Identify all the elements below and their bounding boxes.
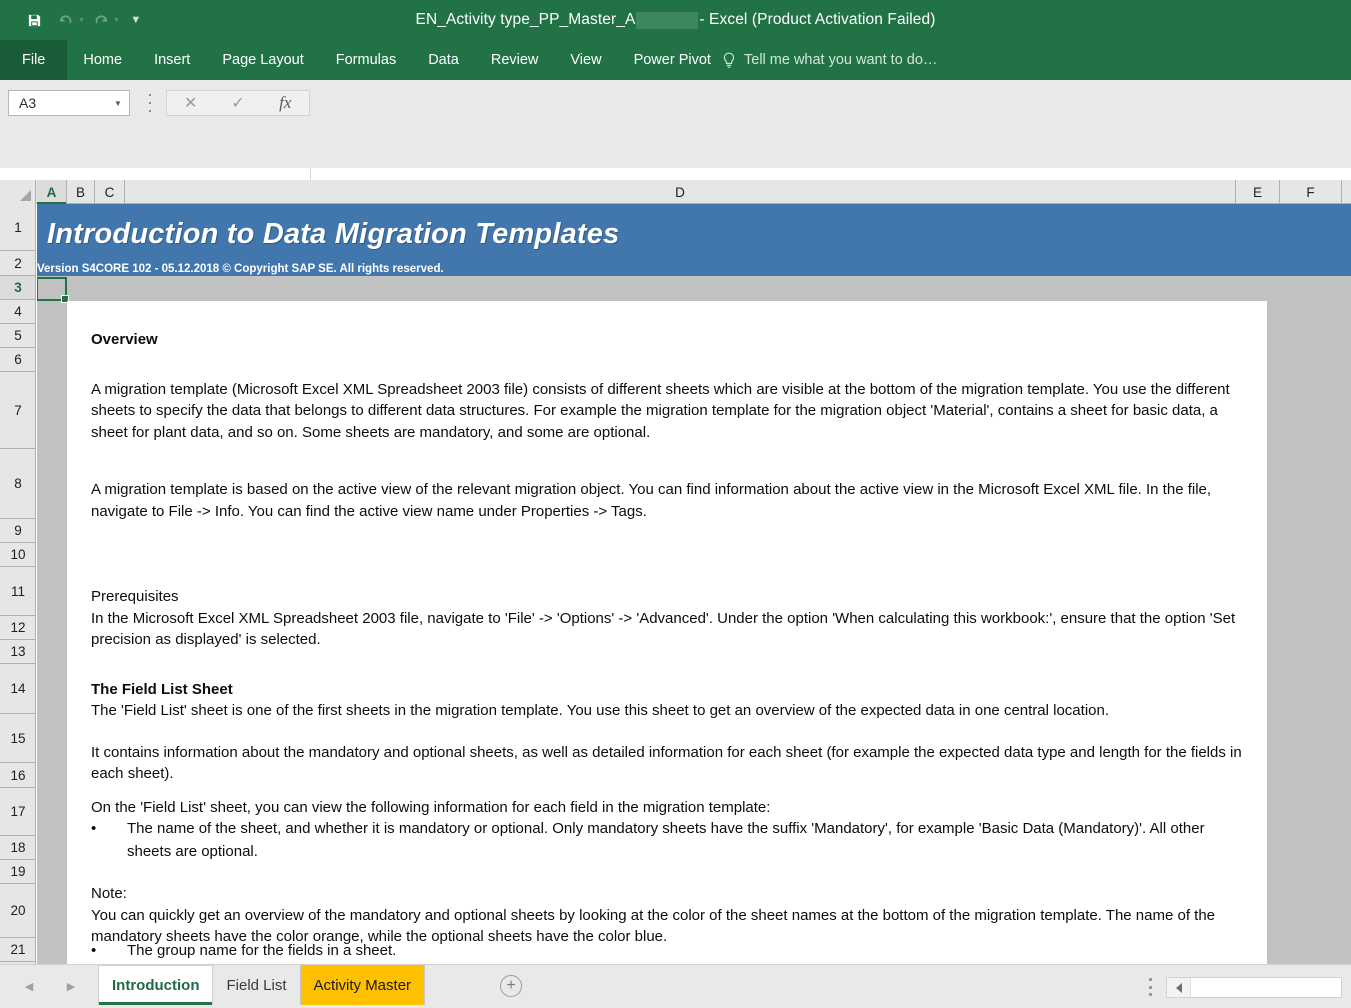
tab-review[interactable]: Review <box>475 40 555 80</box>
row-header-9[interactable]: 9 <box>0 519 35 543</box>
clipped-bullet-row: • The group name for the fields in a she… <box>91 940 1246 960</box>
paragraph-1: A migration template (Microsoft Excel XM… <box>91 380 1230 441</box>
worksheet-grid[interactable]: Introduction to Data Migration Templates… <box>37 204 1351 964</box>
window-title: EN_Activity type_PP_Master_A - Excel (Pr… <box>0 0 1351 40</box>
scroll-left-icon[interactable] <box>1167 978 1191 997</box>
row-header-4[interactable]: 4 <box>0 300 35 324</box>
row-header-16[interactable]: 16 <box>0 763 35 788</box>
row-header-19[interactable]: 19 <box>0 860 35 884</box>
window-title-suffix: - Excel (Product Activation Failed) <box>699 11 936 28</box>
banner-title: Introduction to Data Migration Templates <box>47 218 620 250</box>
redacted-title-block <box>636 11 699 29</box>
chevron-down-icon[interactable]: ▼ <box>107 99 129 108</box>
row-header-15[interactable]: 15 <box>0 714 35 763</box>
tell-me-search[interactable]: Tell me what you want to do… <box>722 40 937 80</box>
window-title-prefix: EN_Activity type_PP_Master_A <box>415 11 636 28</box>
row-header-column: 1 2 3 4 5 6 7 8 9 10 11 12 13 14 15 16 1… <box>0 204 36 964</box>
tab-formulas[interactable]: Formulas <box>320 40 412 80</box>
row-header-8[interactable]: 8 <box>0 449 35 519</box>
title-bar: ▼ ▼ ▼ EN_Activity type_PP_Master_A - Exc… <box>0 0 1351 40</box>
add-sheet-button[interactable]: + <box>500 975 522 997</box>
tell-me-placeholder: Tell me what you want to do… <box>744 52 938 68</box>
ribbon-tab-bar: File Home Insert Page Layout Formulas Da… <box>0 40 1351 80</box>
row-header-12[interactable]: 12 <box>0 616 35 640</box>
row-header-7[interactable]: 7 <box>0 372 35 449</box>
column-header-d[interactable]: D <box>125 180 1236 204</box>
row-header-21[interactable]: 21 <box>0 938 35 962</box>
sheet-tabs: Introduction Field List Activity Master <box>98 965 426 1005</box>
column-header-a[interactable]: A <box>37 180 67 204</box>
paragraph-5: It contains information about the mandat… <box>91 743 1242 783</box>
row-header-1[interactable]: 1 <box>0 204 35 251</box>
sheet-nav-arrows[interactable]: ◀ ▶ <box>8 971 92 1001</box>
formula-bar-buttons: ✕ ✓ fx <box>166 90 310 116</box>
bullet-marker-icon: • <box>91 820 97 837</box>
scroll-track[interactable] <box>1191 978 1341 997</box>
enter-icon[interactable]: ✓ <box>214 91 261 115</box>
row-header-17[interactable]: 17 <box>0 788 35 836</box>
tab-insert[interactable]: Insert <box>138 40 206 80</box>
document-body: Overview A migration template (Microsoft… <box>91 301 1246 948</box>
row-header-20[interactable]: 20 <box>0 884 35 938</box>
banner-subtitle: Version S4CORE 102 - 05.12.2018 © Copyri… <box>37 263 444 275</box>
paragraph-3: In the Microsoft Excel XML Spreadsheet 2… <box>91 609 1236 649</box>
column-header-c[interactable]: C <box>95 180 125 204</box>
column-header-e[interactable]: E <box>1236 180 1280 204</box>
heading-field-list-sheet: The Field List Sheet <box>91 680 233 698</box>
formula-bar-grip[interactable] <box>143 94 157 112</box>
tab-home[interactable]: Home <box>67 40 138 80</box>
tab-file[interactable]: File <box>0 40 68 80</box>
select-all-corner[interactable] <box>0 180 36 204</box>
tab-view[interactable]: View <box>554 40 617 80</box>
selected-cell-a3[interactable] <box>37 277 69 303</box>
ribbon-tabs: File Home Insert Page Layout Formulas Da… <box>0 40 727 80</box>
status-bar-grip[interactable] <box>1146 978 1154 996</box>
cancel-icon[interactable]: ✕ <box>167 91 214 115</box>
lightbulb-icon <box>722 52 736 69</box>
horizontal-scrollbar[interactable] <box>1166 977 1342 998</box>
bullet-text-1: The name of the sheet, and whether it is… <box>127 820 1205 860</box>
bullet-item-2: • The group name for the fields in a she… <box>91 940 1246 960</box>
insert-function-icon[interactable]: fx <box>262 91 309 115</box>
sheet-tab-activity-master[interactable]: Activity Master <box>300 965 426 1005</box>
row-header-2[interactable]: 2 <box>0 251 35 276</box>
name-box[interactable]: A3 ▼ <box>8 90 130 116</box>
first-sheet-icon[interactable]: ◀ <box>25 980 33 993</box>
sheet-tab-introduction[interactable]: Introduction <box>98 965 214 1005</box>
sap-title-banner: Introduction to Data Migration Templates… <box>37 204 1351 276</box>
bullet-text-2: The group name for the fields in a sheet… <box>127 942 397 959</box>
excel-window: ▼ ▼ ▼ EN_Activity type_PP_Master_A - Exc… <box>0 0 1351 1008</box>
paragraph-2: A migration template is based on the act… <box>91 481 1212 520</box>
row-header-10[interactable]: 10 <box>0 543 35 567</box>
bullet-item-1: • The name of the sheet, and whether it … <box>91 818 1246 863</box>
heading-note: Note: <box>91 885 127 902</box>
column-header-row: A B C D E F <box>0 180 1351 204</box>
bullet-marker-icon-2: • <box>91 942 97 959</box>
row-header-11[interactable]: 11 <box>0 567 35 616</box>
document-page: Overview A migration template (Microsoft… <box>67 301 1267 964</box>
tab-page-layout[interactable]: Page Layout <box>206 40 319 80</box>
row-header-13[interactable]: 13 <box>0 640 35 664</box>
row-header-3[interactable]: 3 <box>0 276 35 300</box>
paragraph-6: On the 'Field List' sheet, you can view … <box>91 798 771 816</box>
tab-data[interactable]: Data <box>412 40 475 80</box>
name-box-value: A3 <box>19 95 37 111</box>
sheet-tab-field-list[interactable]: Field List <box>213 965 301 1005</box>
row-header-14[interactable]: 14 <box>0 664 35 714</box>
formula-bar-area: A3 ▼ ✕ ✓ fx <box>0 80 1351 248</box>
last-sheet-icon[interactable]: ▶ <box>67 980 75 993</box>
row-header-5[interactable]: 5 <box>0 324 35 348</box>
tab-power-pivot[interactable]: Power Pivot <box>618 40 727 80</box>
column-header-f[interactable]: F <box>1280 180 1342 204</box>
paragraph-4: The 'Field List' sheet is one of the fir… <box>91 702 1110 719</box>
heading-prerequisites: Prerequisites <box>91 588 179 605</box>
heading-overview: Overview <box>91 331 158 348</box>
row-header-6[interactable]: 6 <box>0 348 35 372</box>
row-header-18[interactable]: 18 <box>0 836 35 860</box>
column-header-b[interactable]: B <box>67 180 95 204</box>
